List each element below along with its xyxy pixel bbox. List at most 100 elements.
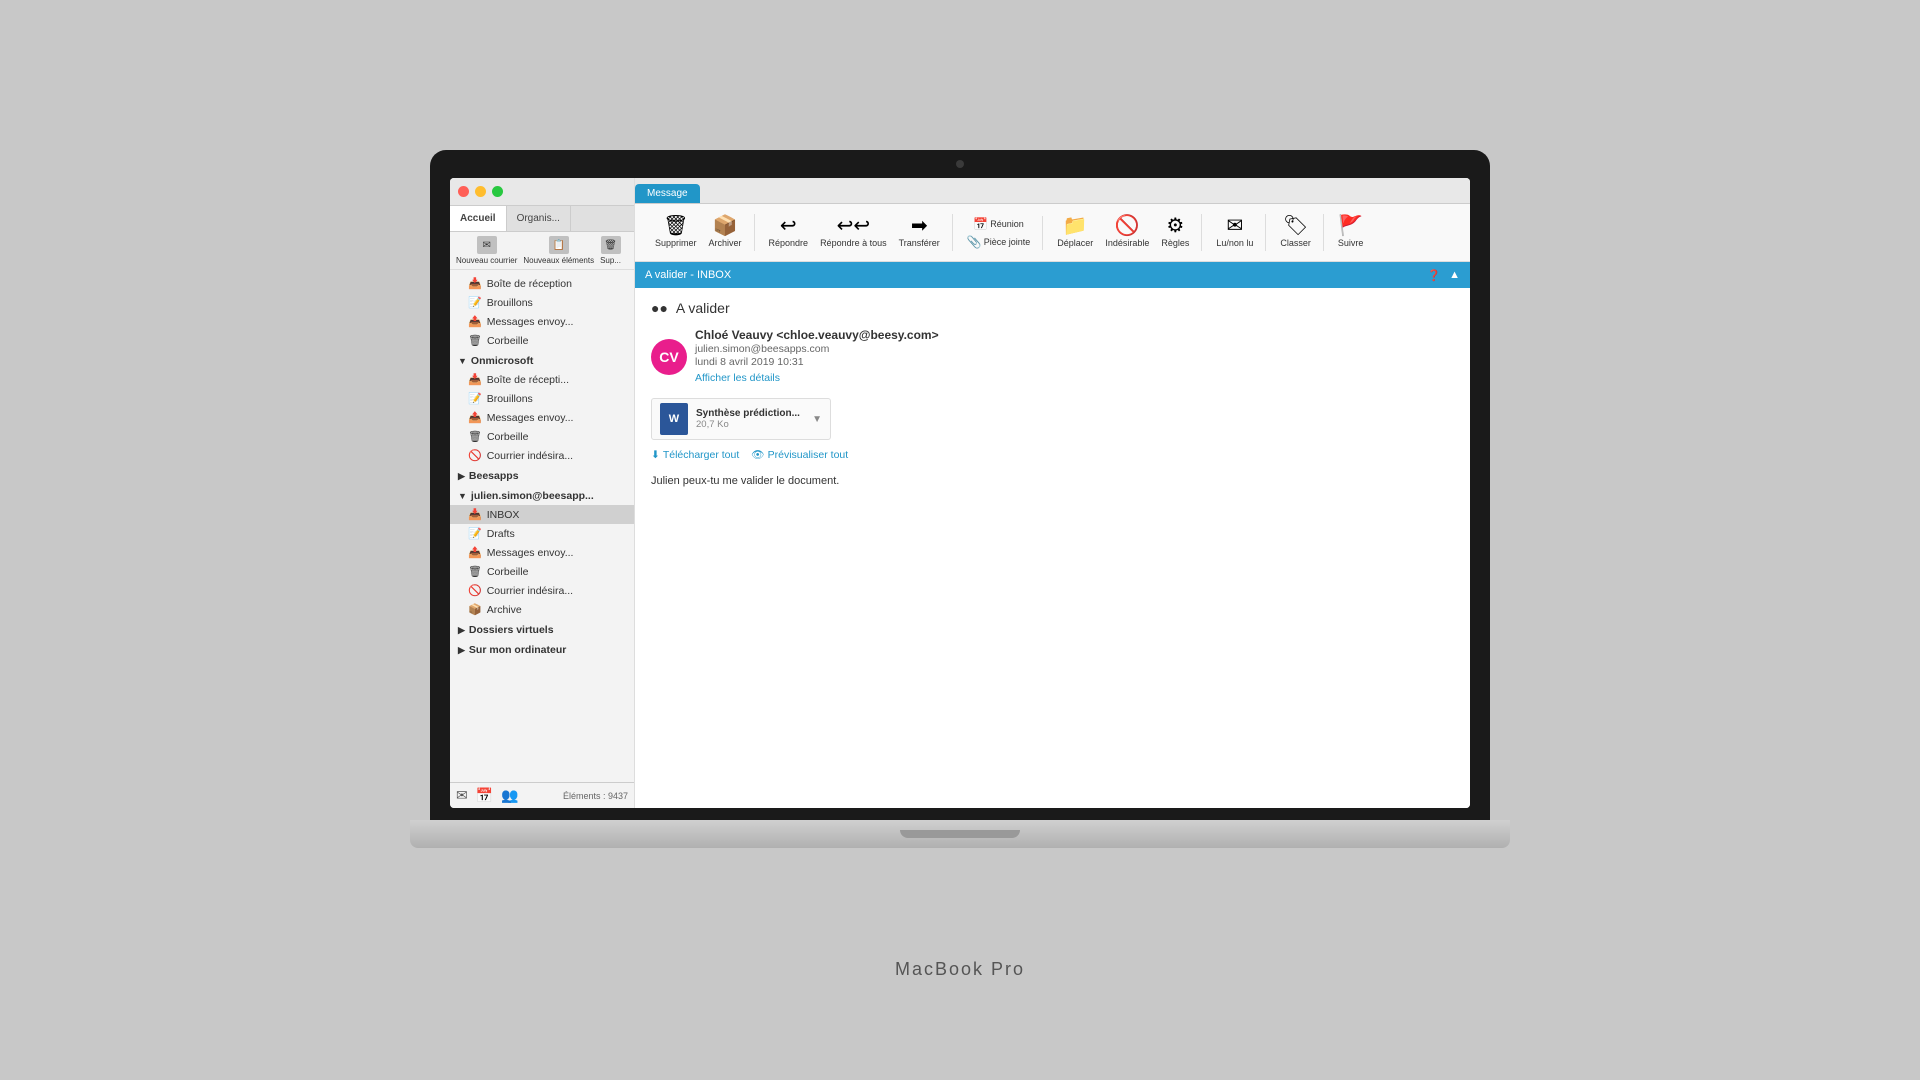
folder-inbox-onmicrosoft[interactable]: 📥 Boîte de récepti... bbox=[450, 370, 634, 389]
folder-drafts-julien[interactable]: 📝 Drafts bbox=[450, 524, 634, 543]
forward-button[interactable]: ➡ Transférer bbox=[895, 214, 944, 251]
follow-icon: 🚩 bbox=[1338, 216, 1363, 236]
preview-all-link[interactable]: 👁 Prévisualiser tout bbox=[751, 448, 848, 461]
virtual-section: ▶ Dossiers virtuels bbox=[450, 621, 634, 639]
local-section: ▶ Sur mon ordinateur bbox=[450, 641, 634, 659]
junk-button[interactable]: 🚫 Indésirable bbox=[1101, 214, 1153, 251]
delete-button[interactable]: 🗑 Supprimer bbox=[651, 214, 701, 251]
classify-button[interactable]: 🏷 Classer bbox=[1276, 214, 1315, 251]
rules-icon: ⚙ bbox=[1166, 216, 1184, 236]
folder-trash-onmicrosoft[interactable]: 🗑 Corbeille bbox=[450, 427, 634, 446]
inbox-icon-julien: 📥 bbox=[468, 508, 482, 521]
close-button[interactable] bbox=[458, 186, 469, 197]
ribbon-group-respond: ↩ Répondre ↩↩ Répondre à tous ➡ Transfér… bbox=[757, 214, 953, 251]
folder-inbox-default[interactable]: 📥 Boîte de réception bbox=[450, 274, 634, 293]
chevron-down-icon-julien: ▼ bbox=[458, 491, 467, 501]
folder-junk-julien[interactable]: 🚫 Courrier indésira... bbox=[450, 581, 634, 600]
attachment-button[interactable]: 📎 Pièce jointe bbox=[963, 234, 1034, 250]
tab-accueil[interactable]: Accueil bbox=[450, 206, 507, 231]
email-view: ●● A valider CV Chloé Veauvy <chloe.veau… bbox=[635, 288, 1470, 808]
sidebar-bottom: ✉ 📅 👥 Éléments : 9437 bbox=[450, 782, 634, 808]
tab-organiser[interactable]: Organis... bbox=[507, 206, 571, 231]
preview-icon: 👁 bbox=[751, 448, 764, 461]
email-body: Julien peux-tu me valider le document. bbox=[651, 473, 1454, 490]
folder-drafts-default[interactable]: 📝 Brouillons bbox=[450, 293, 634, 312]
email-date: lundi 8 avril 2019 10:31 bbox=[695, 356, 1454, 368]
move-icon: 📁 bbox=[1063, 216, 1088, 236]
trash-icon-om: 🗑 bbox=[468, 430, 482, 443]
reply-icon: ↩ bbox=[780, 216, 797, 236]
calendar-bottom-icon[interactable]: 📅 bbox=[476, 787, 493, 804]
ribbon-group-follow: 🚩 Suivre bbox=[1326, 214, 1376, 251]
sidebar-actions: ✉ Nouveau courrier 📋 Nouveaux éléments 🗑… bbox=[450, 232, 634, 270]
email-to: julien.simon@beesapps.com bbox=[695, 343, 1454, 355]
minimize-button[interactable] bbox=[475, 186, 486, 197]
items-count: Éléments : 9437 bbox=[563, 791, 628, 801]
tab-message[interactable]: Message bbox=[635, 184, 700, 203]
email-subject-row: ●● A valider bbox=[651, 300, 1454, 316]
ribbon-group-read: ✉ Lu/non lu bbox=[1204, 214, 1266, 251]
chevron-right-icon-beesapps: ▶ bbox=[458, 471, 465, 482]
folder-sent-onmicrosoft[interactable]: 📤 Messages envoy... bbox=[450, 408, 634, 427]
ribbon-group-delete: 🗑 Supprimer 📦 Archiver bbox=[643, 214, 755, 251]
mail-bottom-icon[interactable]: ✉ bbox=[456, 787, 468, 804]
help-icon[interactable]: ❓ bbox=[1427, 269, 1441, 282]
rules-button[interactable]: ⚙ Règles bbox=[1157, 214, 1193, 251]
folder-junk-onmicrosoft[interactable]: 🚫 Courrier indésira... bbox=[450, 446, 634, 465]
show-details-link[interactable]: Afficher les détails bbox=[695, 372, 780, 384]
sidebar-nav-tabs: Accueil Organis... bbox=[450, 206, 634, 232]
folder-trash-julien[interactable]: 🗑 Corbeille bbox=[450, 562, 634, 581]
contacts-bottom-icon[interactable]: 👥 bbox=[501, 787, 518, 804]
macbook-frame: Accueil Organis... ✉ Nouveau courrier 📋 … bbox=[410, 150, 1510, 930]
email-header-bar: A valider - INBOX ❓ ▲ bbox=[635, 262, 1470, 288]
drafts-icon-julien: 📝 bbox=[468, 527, 482, 540]
junk-icon-om: 🚫 bbox=[468, 449, 482, 462]
folder-sent-julien[interactable]: 📤 Messages envoy... bbox=[450, 543, 634, 562]
archive-icon-julien: 📦 bbox=[468, 603, 482, 616]
sidebar-top-bar bbox=[450, 178, 634, 206]
download-icon: ⬇ bbox=[651, 449, 660, 461]
julien-header[interactable]: ▼ julien.simon@beesapp... bbox=[450, 487, 634, 505]
archive-icon: 📦 bbox=[713, 216, 738, 236]
attachment-info: Synthèse prédiction... 20,7 Ko bbox=[696, 408, 804, 430]
new-items-button[interactable]: 📋 Nouveaux éléments bbox=[523, 236, 594, 265]
reply-all-button[interactable]: ↩↩ Répondre à tous bbox=[816, 214, 891, 251]
attachment-dropdown[interactable]: ▼ bbox=[812, 414, 822, 425]
drafts-icon: 📝 bbox=[468, 296, 482, 309]
virtual-header[interactable]: ▶ Dossiers virtuels bbox=[450, 621, 634, 639]
sender-avatar: CV bbox=[651, 339, 687, 375]
meeting-button[interactable]: 📅 Réunion bbox=[969, 216, 1027, 232]
follow-button[interactable]: 🚩 Suivre bbox=[1334, 214, 1368, 251]
maximize-button[interactable] bbox=[492, 186, 503, 197]
reply-button[interactable]: ↩ Répondre bbox=[765, 214, 813, 251]
onmicrosoft-section: ▼ Onmicrosoft 📥 Boîte de récepti... 📝 Br… bbox=[450, 352, 634, 465]
beesapps-header[interactable]: ▶ Beesapps bbox=[450, 467, 634, 485]
folder-archive-julien[interactable]: 📦 Archive bbox=[450, 600, 634, 619]
folder-sent-default[interactable]: 📤 Messages envoy... bbox=[450, 312, 634, 331]
macbook-label: MacBook Pro bbox=[895, 959, 1025, 980]
folder-drafts-onmicrosoft[interactable]: 📝 Brouillons bbox=[450, 389, 634, 408]
julien-section: ▼ julien.simon@beesapp... 📥 INBOX 📝 Draf… bbox=[450, 487, 634, 619]
folder-inbox-julien[interactable]: 📥 INBOX bbox=[450, 505, 634, 524]
sender-info: Chloé Veauvy <chloe.veauvy@beesy.com> ju… bbox=[695, 328, 1454, 386]
local-header[interactable]: ▶ Sur mon ordinateur bbox=[450, 641, 634, 659]
default-folders: 📥 Boîte de réception 📝 Brouillons 📤 Mess… bbox=[450, 274, 634, 350]
delete-icon: 🗑 bbox=[663, 216, 688, 236]
folder-trash-default[interactable]: 🗑 Corbeille bbox=[450, 331, 634, 350]
new-mail-button[interactable]: ✉ Nouveau courrier bbox=[456, 236, 517, 265]
move-button[interactable]: 📁 Déplacer bbox=[1053, 214, 1097, 251]
onmicrosoft-header[interactable]: ▼ Onmicrosoft bbox=[450, 352, 634, 370]
junk-icon-julien: 🚫 bbox=[468, 584, 482, 597]
download-all-link[interactable]: ⬇ Télécharger tout bbox=[651, 448, 739, 461]
delete-button-sidebar[interactable]: 🗑 Sup... bbox=[600, 236, 621, 265]
attachment-name: Synthèse prédiction... bbox=[696, 408, 804, 419]
folder-list: 📥 Boîte de réception 📝 Brouillons 📤 Mess… bbox=[450, 270, 634, 782]
beesapps-section: ▶ Beesapps bbox=[450, 467, 634, 485]
read-unread-button[interactable]: ✉ Lu/non lu bbox=[1212, 214, 1257, 251]
collapse-icon[interactable]: ▲ bbox=[1449, 269, 1460, 281]
new-items-icon: 📋 bbox=[549, 236, 569, 254]
macbook-notch bbox=[900, 830, 1020, 838]
read-icon: ✉ bbox=[1227, 216, 1244, 236]
ribbon-group-move: 📁 Déplacer 🚫 Indésirable ⚙ Règles bbox=[1045, 214, 1202, 251]
archive-button[interactable]: 📦 Archiver bbox=[705, 214, 746, 251]
